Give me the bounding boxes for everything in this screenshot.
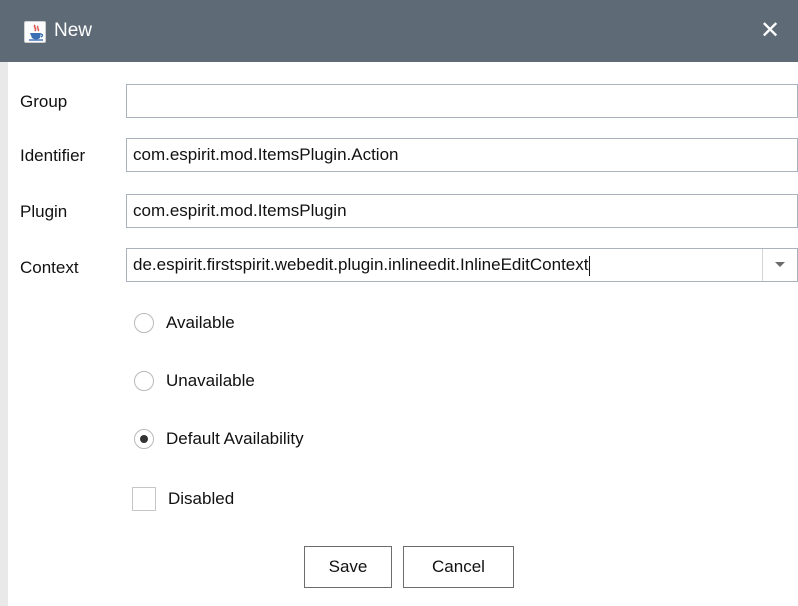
cancel-button[interactable]: Cancel xyxy=(403,546,514,588)
window-frame-edge xyxy=(0,62,8,606)
new-dialog: New ✕ Group Identifier Plugin Context de… xyxy=(0,0,798,606)
default-availability-label: Default Availability xyxy=(166,429,304,448)
group-input[interactable] xyxy=(126,84,798,118)
form-panel: Group Identifier Plugin Context de.espir… xyxy=(8,62,798,606)
available-label: Available xyxy=(166,313,235,332)
close-icon: ✕ xyxy=(759,17,781,44)
close-button[interactable]: ✕ xyxy=(742,0,798,62)
default-availability-radio[interactable] xyxy=(134,429,154,449)
plugin-input[interactable] xyxy=(126,194,798,228)
available-radio[interactable] xyxy=(134,313,154,333)
context-label: Context xyxy=(20,258,79,277)
disabled-checkbox[interactable] xyxy=(132,487,156,511)
plugin-label: Plugin xyxy=(20,202,68,221)
context-value[interactable]: de.espirit.firstspirit.webedit.plugin.in… xyxy=(133,249,591,281)
identifier-label: Identifier xyxy=(20,146,86,165)
chevron-down-icon xyxy=(775,262,785,267)
window-title: New xyxy=(54,20,93,41)
context-combobox[interactable]: de.espirit.firstspirit.webedit.plugin.in… xyxy=(126,248,798,282)
java-cup-icon xyxy=(24,21,46,43)
context-value-text: de.espirit.firstspirit.webedit.plugin.in… xyxy=(133,255,589,274)
title-bar[interactable]: New ✕ xyxy=(0,0,798,62)
unavailable-label: Unavailable xyxy=(166,371,255,390)
text-caret xyxy=(589,255,591,276)
unavailable-radio[interactable] xyxy=(134,371,154,391)
save-button[interactable]: Save xyxy=(304,546,392,588)
identifier-input[interactable] xyxy=(126,138,798,172)
disabled-label: Disabled xyxy=(168,489,235,508)
context-dropdown-button[interactable] xyxy=(763,249,797,281)
radio-selected-dot xyxy=(140,435,148,443)
group-label: Group xyxy=(20,92,68,111)
